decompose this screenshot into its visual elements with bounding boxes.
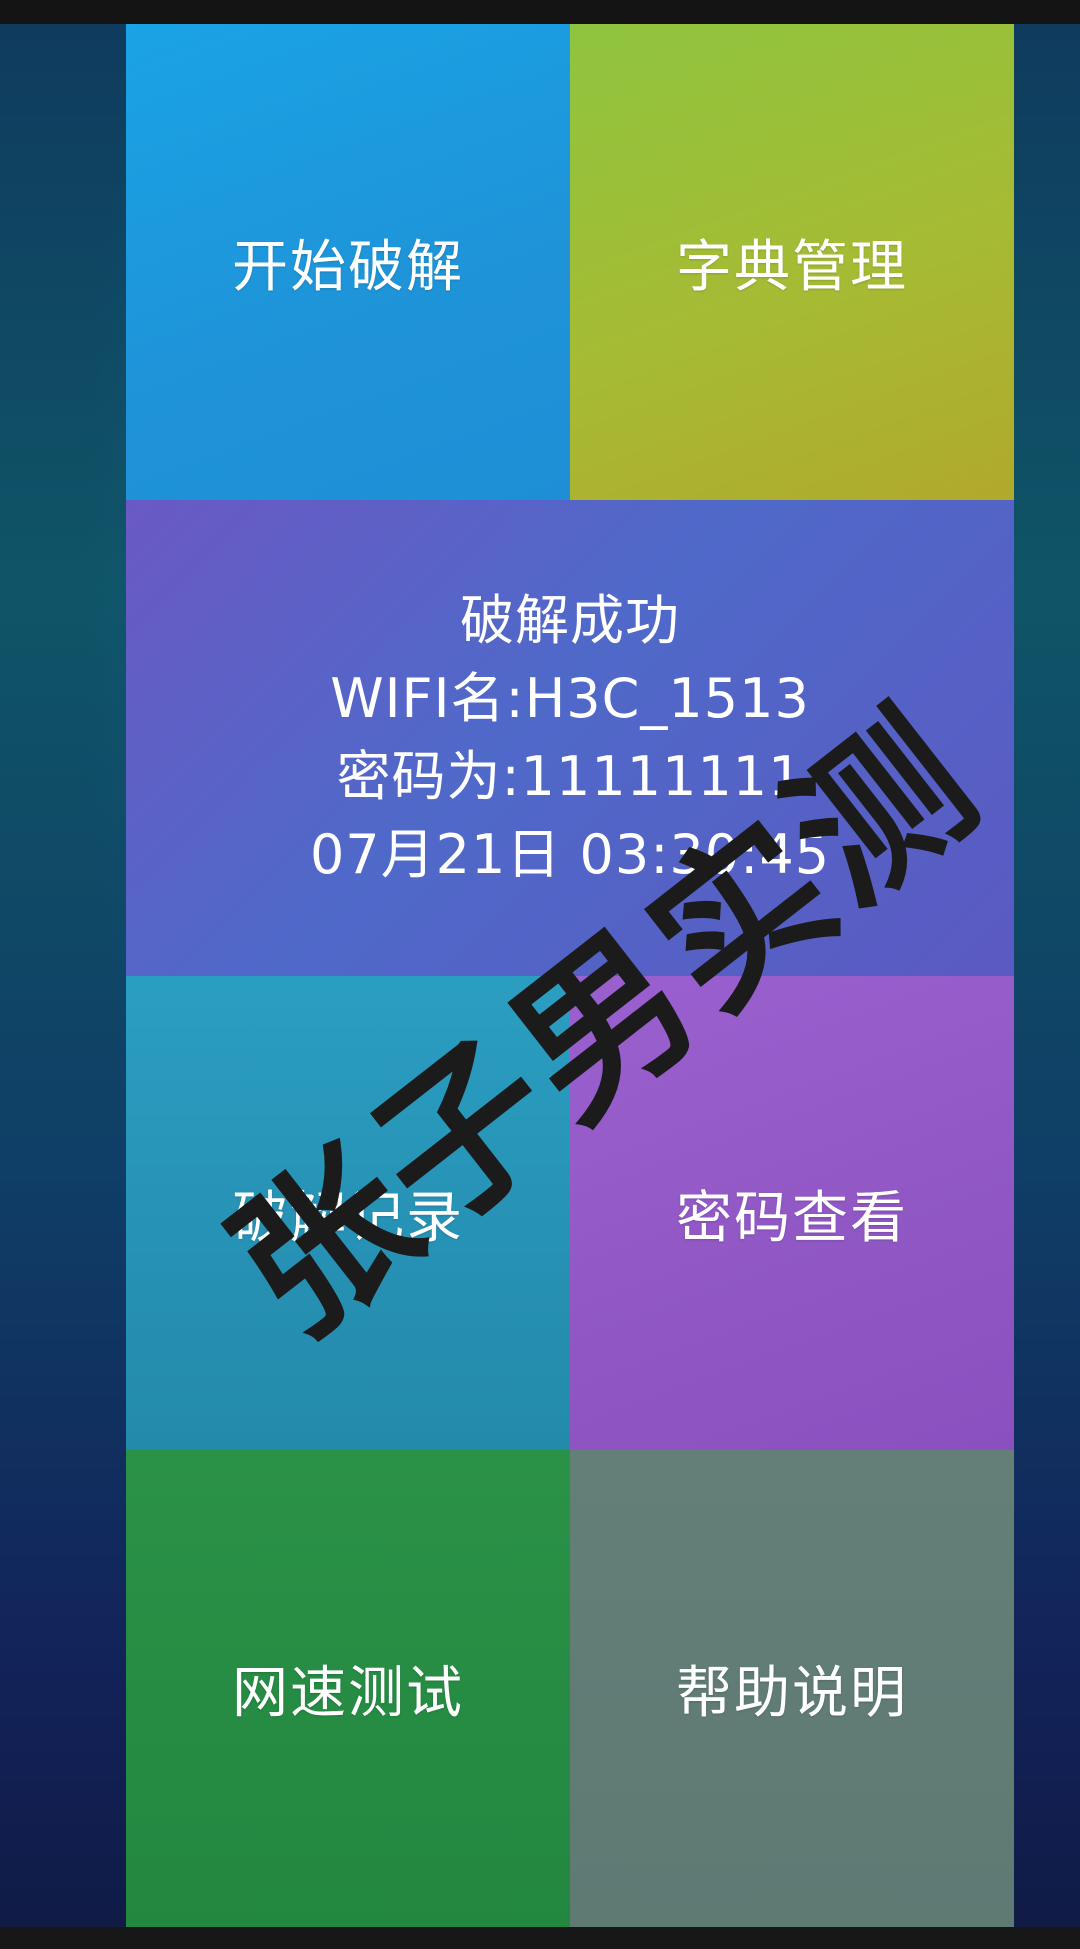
- app-screen: 开始破解 字典管理 破解成功 WIFI名:H3C_1513 密码为:111111…: [0, 0, 1080, 1949]
- crack-history-label: 破解记录: [232, 1185, 464, 1251]
- result-password: 密码为:11111111: [336, 745, 804, 808]
- help-button[interactable]: 帮助说明: [570, 1450, 1014, 1927]
- dictionary-manage-button[interactable]: 字典管理: [570, 24, 1014, 500]
- status-bar: [0, 0, 1080, 24]
- result-timestamp: 07月21日 03:30:45: [309, 823, 831, 886]
- speed-test-label: 网速测试: [232, 1661, 464, 1726]
- password-view-button[interactable]: 密码查看: [570, 976, 1014, 1450]
- result-status: 破解成功: [460, 589, 680, 652]
- start-crack-button[interactable]: 开始破解: [126, 24, 570, 500]
- navigation-bar: [0, 1927, 1080, 1949]
- dictionary-manage-label: 字典管理: [676, 234, 908, 300]
- result-wifi-name: WIFI名:H3C_1513: [330, 667, 810, 730]
- password-view-label: 密码查看: [676, 1185, 908, 1251]
- crack-history-button[interactable]: 破解记录: [126, 976, 570, 1450]
- crack-result-panel: 破解成功 WIFI名:H3C_1513 密码为:11111111 07月21日 …: [126, 500, 1014, 976]
- start-crack-label: 开始破解: [232, 234, 464, 300]
- help-label: 帮助说明: [676, 1661, 908, 1726]
- speed-test-button[interactable]: 网速测试: [126, 1450, 570, 1927]
